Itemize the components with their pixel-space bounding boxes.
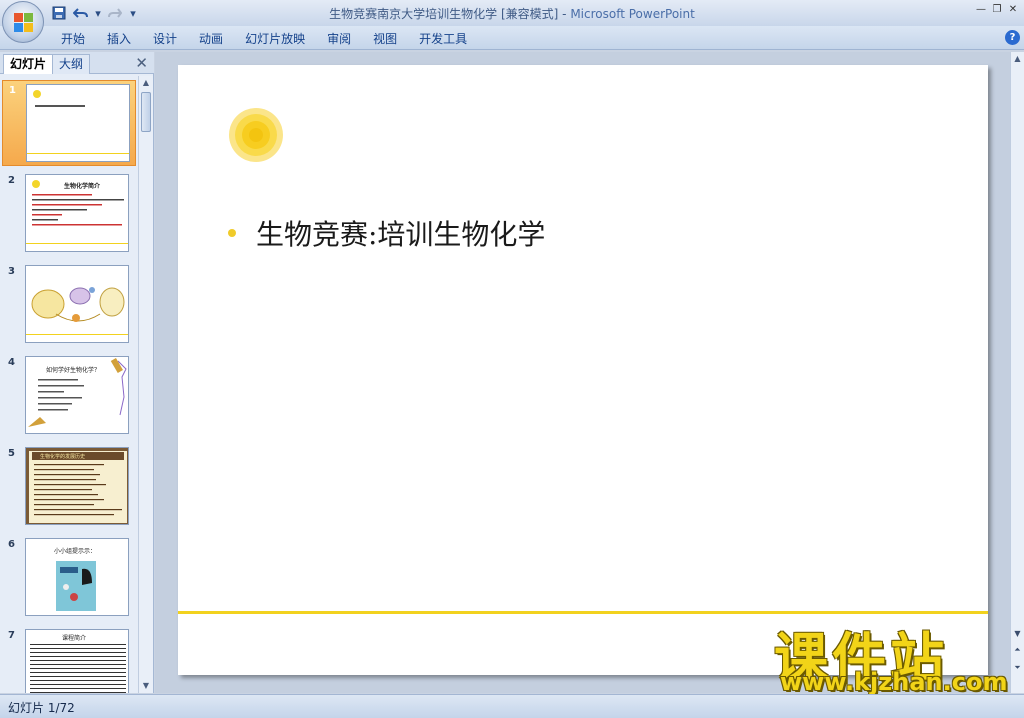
thumbnail-row[interactable]: 7 课程简介 xyxy=(2,626,136,693)
thumbnail-list: 1 2 生物化学简介 3 4 如何学好生物化学？ 5 生物化学的发展历史 6 小… xyxy=(0,76,138,693)
slide-footer-line xyxy=(178,611,988,614)
app-name: Microsoft PowerPoint xyxy=(570,7,695,21)
slide-thumbnail[interactable]: 小小组提示示： xyxy=(25,538,129,616)
tab-insert[interactable]: 插入 xyxy=(96,30,142,48)
close-pane-icon[interactable]: ✕ xyxy=(135,54,148,72)
document-title: 生物竞赛南京大学培训生物化学 [兼容模式] xyxy=(329,7,559,21)
thumbnail-number: 2 xyxy=(8,175,15,186)
close-icon[interactable]: ✕ xyxy=(1006,2,1020,16)
thumbnail-row[interactable]: 2 生物化学简介 xyxy=(2,171,136,257)
office-logo-icon xyxy=(14,13,34,33)
help-icon[interactable]: ? xyxy=(1005,30,1020,45)
slide-title-text[interactable]: 生物竞赛:培训生物化学 xyxy=(256,213,545,253)
tab-developer[interactable]: 开发工具 xyxy=(408,30,478,48)
thumbnail-row[interactable]: 4 如何学好生物化学？ xyxy=(2,353,136,439)
scroll-down-icon[interactable]: ▼ xyxy=(1011,628,1024,640)
svg-text:生物化学简介: 生物化学简介 xyxy=(64,182,101,190)
title-separator: - xyxy=(558,7,571,21)
thumbnail-graphic: 如何学好生物化学？ xyxy=(28,357,127,427)
pane-tab-strip: 幻灯片 大纲 ✕ xyxy=(0,52,154,74)
thumbnail-number: 7 xyxy=(8,630,15,641)
tab-home[interactable]: 开始 xyxy=(50,30,96,48)
slide-thumbnail[interactable]: 如何学好生物化学？ xyxy=(25,356,129,434)
svg-text:课程简介: 课程简介 xyxy=(62,634,86,642)
svg-text:小小组提示示：: 小小组提示示： xyxy=(54,547,96,555)
slide-thumbnail[interactable]: 生物化学的发展历史 xyxy=(25,447,129,525)
thumbnail-number: 5 xyxy=(8,448,15,459)
thumbnail-number: 4 xyxy=(8,357,15,368)
scroll-down-icon[interactable]: ▼ xyxy=(139,679,153,693)
thumbnail-graphic xyxy=(27,90,129,154)
svg-text:如何学好生物化学？: 如何学好生物化学？ xyxy=(46,366,100,374)
window-controls: — ❐ ✕ xyxy=(974,2,1020,16)
previous-slide-icon[interactable]: ⏶ xyxy=(1011,644,1024,656)
slides-pane: 幻灯片 大纲 ✕ 1 2 生物化学简介 3 4 如何学好生物化学？ 5 生物化学… xyxy=(0,52,154,693)
tab-view[interactable]: 视图 xyxy=(362,30,408,48)
svg-text:生物化学的发展历史: 生物化学的发展历史 xyxy=(40,453,85,460)
office-button[interactable] xyxy=(2,1,44,43)
thumbnail-row[interactable]: 1 xyxy=(2,80,136,166)
slide-counter: 幻灯片 1/72 xyxy=(8,701,75,715)
tab-slideshow[interactable]: 幻灯片放映 xyxy=(234,30,316,48)
slide-editing-area: 生物竞赛:培训生物化学 ▲ ▼ ⏶ ⏷ xyxy=(155,52,1024,693)
slide-thumbnail[interactable] xyxy=(26,84,130,162)
thumbnail-graphic xyxy=(26,287,128,335)
tab-animations[interactable]: 动画 xyxy=(188,30,234,48)
tab-review[interactable]: 审阅 xyxy=(316,30,362,48)
thumbnail-graphic: 生物化学简介 xyxy=(26,180,128,244)
thumbnail-number: 1 xyxy=(9,85,16,96)
tab-outline[interactable]: 大纲 xyxy=(52,54,91,74)
status-bar: 幻灯片 1/72 xyxy=(0,694,1024,718)
slide-thumbnail[interactable] xyxy=(25,265,129,343)
bullet-dot-icon xyxy=(228,229,236,237)
thumbnail-graphic: 生物化学的发展历史 xyxy=(29,451,127,523)
thumbnail-graphic: 小小组提示示： xyxy=(54,547,96,611)
next-slide-icon[interactable]: ⏷ xyxy=(1011,662,1024,674)
slide-scrollbar[interactable]: ▲ ▼ ⏶ ⏷ xyxy=(1010,52,1024,693)
thumbnail-scrollbar[interactable]: ▲ ▼ xyxy=(138,76,153,693)
minimize-icon[interactable]: — xyxy=(974,2,988,16)
title-bar: ▾ ▾ 生物竞赛南京大学培训生物化学 [兼容模式] - Microsoft Po… xyxy=(0,0,1024,26)
scroll-up-icon[interactable]: ▲ xyxy=(1011,52,1024,66)
restore-icon[interactable]: ❐ xyxy=(990,2,1004,16)
ribbon-tab-strip: 开始 插入 设计 动画 幻灯片放映 审阅 视图 开发工具 ? xyxy=(0,26,1024,50)
slide-thumbnail[interactable]: 生物化学简介 xyxy=(25,174,129,252)
thumbnail-number: 3 xyxy=(8,266,15,277)
thumbnail-row[interactable]: 5 生物化学的发展历史 xyxy=(2,444,136,530)
sun-decoration-icon xyxy=(229,108,283,162)
slide-bullet[interactable]: 生物竞赛:培训生物化学 xyxy=(228,213,545,253)
current-slide[interactable]: 生物竞赛:培训生物化学 xyxy=(178,65,988,675)
tab-slides[interactable]: 幻灯片 xyxy=(3,54,54,74)
thumbnail-row[interactable]: 3 xyxy=(2,262,136,348)
scroll-up-icon[interactable]: ▲ xyxy=(139,76,153,90)
scrollbar-thumb[interactable] xyxy=(141,92,151,132)
slide-thumbnail[interactable]: 课程简介 xyxy=(25,629,129,693)
tab-design[interactable]: 设计 xyxy=(142,30,188,48)
window-title: 生物竞赛南京大学培训生物化学 [兼容模式] - Microsoft PowerP… xyxy=(0,5,1024,22)
thumbnail-graphic: 课程简介 xyxy=(30,634,126,693)
thumbnail-row[interactable]: 6 小小组提示示： xyxy=(2,535,136,621)
thumbnail-number: 6 xyxy=(8,539,15,550)
